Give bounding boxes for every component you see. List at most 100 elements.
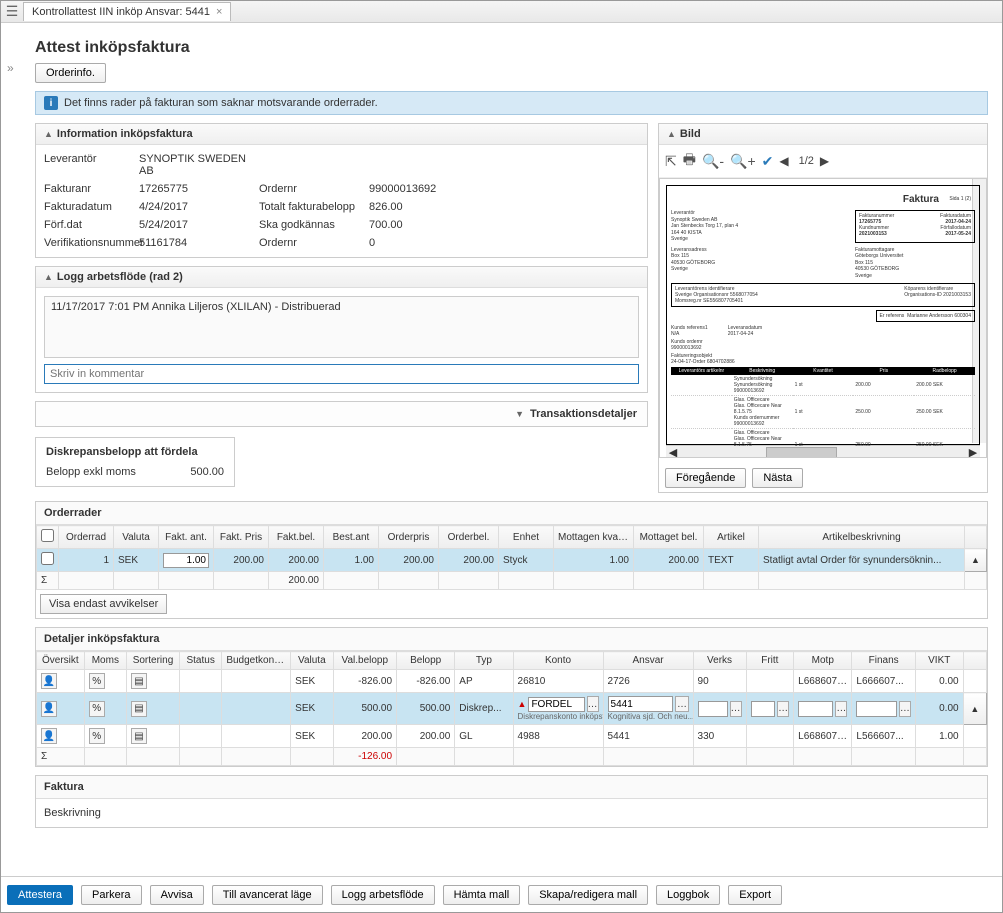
orderinfo-button[interactable]: Orderinfo. xyxy=(35,63,106,83)
lookup-icon[interactable]: … xyxy=(899,701,911,717)
discrepancy-label: Belopp exkl moms xyxy=(46,466,136,478)
lookup-icon[interactable]: … xyxy=(675,696,688,712)
sort-icon[interactable]: ▤ xyxy=(131,673,147,689)
invoice-preview[interactable]: Faktura Sida 1 (2) Leverantör Synoptik S… xyxy=(659,178,987,458)
value-forfdat: 5/24/2017 xyxy=(139,219,259,231)
skapa-mall-button[interactable]: Skapa/redigera mall xyxy=(528,885,648,905)
bottom-toolbar: Attestera Parkera Avvisa Till avancerat … xyxy=(1,876,1002,912)
print-icon[interactable]: 🖶 xyxy=(683,149,696,173)
moms-icon[interactable]: % xyxy=(89,673,105,689)
export-icon[interactable]: ⇱ xyxy=(665,153,677,170)
panel-information-header[interactable]: ▲ Information inköpsfaktura xyxy=(36,124,647,145)
col-checkbox[interactable] xyxy=(37,526,59,549)
next-page-button[interactable]: Nästa xyxy=(752,468,803,488)
avvisa-button[interactable]: Avvisa xyxy=(150,885,204,905)
value-leverantor[interactable]: SYNOPTIK SWEDEN AB xyxy=(139,153,259,177)
scrollbar-horizontal[interactable]: ◀▶ xyxy=(666,445,980,458)
label-verif: Verifikationsnummer xyxy=(44,237,139,249)
lookup-icon[interactable]: … xyxy=(730,701,742,717)
faktura-header: Faktura xyxy=(36,776,987,799)
table-row-selected[interactable]: 👤 % ▤ SEK 500.00 500.00 Diskrep... ▲… Di… xyxy=(37,693,987,725)
expand-sidebar-icon[interactable]: » xyxy=(7,61,14,75)
table-row[interactable]: 1 SEK 200.00 200.00 1.00 200.00 200.00 S… xyxy=(37,549,987,572)
section-orderrader: Orderrader OrderradValutaFakt. ant.Fakt.… xyxy=(35,501,988,619)
value-ordernr2[interactable]: 0 xyxy=(369,237,469,249)
close-icon[interactable]: × xyxy=(216,6,222,18)
tab-kontrollattest[interactable]: Kontrollattest IIN inköp Ansvar: 5441 × xyxy=(23,2,231,21)
parkera-button[interactable]: Parkera xyxy=(81,885,142,905)
pager-prev-icon[interactable]: ◀ xyxy=(779,154,788,168)
comment-input[interactable] xyxy=(44,364,639,384)
lookup-icon[interactable]: … xyxy=(835,701,847,717)
table-row[interactable]: 👤 % ▤ SEK -826.00 -826.00 AP 26810 2726 … xyxy=(37,670,987,693)
doc-page: Sida 1 (2) xyxy=(949,196,971,202)
verks-input[interactable] xyxy=(698,701,728,717)
fakt-ant-input[interactable] xyxy=(163,553,209,568)
doc-title: Faktura xyxy=(903,194,939,205)
label-fakturadatum: Fakturadatum xyxy=(44,201,139,213)
prev-page-button[interactable]: Föregående xyxy=(665,468,746,488)
moms-icon[interactable]: % xyxy=(89,728,105,744)
overview-icon[interactable]: 👤 xyxy=(41,728,57,744)
finans-input[interactable] xyxy=(856,701,897,717)
row-checkbox[interactable] xyxy=(41,552,54,565)
sort-icon[interactable]: ▤ xyxy=(131,701,147,717)
loggbok-button[interactable]: Loggbok xyxy=(656,885,720,905)
collapse-icon[interactable]: ▲ xyxy=(44,129,53,139)
topbar: ☰ Kontrollattest IIN inköp Ansvar: 5441 … xyxy=(1,1,1002,23)
value-verif: 51161784 xyxy=(139,237,259,249)
overview-icon[interactable]: 👤 xyxy=(41,701,57,717)
discrepancy-box: Diskrepansbelopp att fördela Belopp exkl… xyxy=(35,437,235,487)
detaljer-header: Detaljer inköpsfaktura xyxy=(36,628,987,651)
lookup-icon[interactable]: … xyxy=(587,696,599,712)
row-caret-button[interactable]: ▲ xyxy=(963,693,986,725)
transaktionsdetaljer-bar[interactable]: ▼ Transaktionsdetaljer xyxy=(35,401,648,427)
visa-endast-button[interactable]: Visa endast avvikelser xyxy=(40,594,167,614)
overview-icon[interactable]: 👤 xyxy=(41,673,57,689)
value-totalt: 826.00 xyxy=(369,201,469,213)
moms-icon[interactable]: % xyxy=(89,701,105,717)
sort-icon[interactable]: ▤ xyxy=(131,728,147,744)
fritt-input[interactable] xyxy=(751,701,776,717)
avancerat-button[interactable]: Till avancerat läge xyxy=(212,885,323,905)
sum-row: Σ 200.00 xyxy=(37,572,987,590)
label-forfdat: Förf.dat xyxy=(44,219,139,231)
value-ska: 700.00 xyxy=(369,219,469,231)
expand-icon[interactable]: ▼ xyxy=(515,409,524,419)
check-icon[interactable]: ✔ xyxy=(762,153,774,170)
label-beskrivning: Beskrivning xyxy=(44,807,979,819)
lookup-icon[interactable]: … xyxy=(777,701,789,717)
label-ordernr: Ordernr xyxy=(259,183,369,195)
ansvar-input[interactable] xyxy=(608,696,674,712)
collapse-icon[interactable]: ▲ xyxy=(44,272,53,282)
motp-input[interactable] xyxy=(798,701,833,717)
konto-input[interactable] xyxy=(528,697,584,712)
export-button[interactable]: Export xyxy=(728,885,782,905)
label-ska: Ska godkännas xyxy=(259,219,369,231)
hamta-mall-button[interactable]: Hämta mall xyxy=(443,885,521,905)
app-menu-icon[interactable]: ☰ xyxy=(1,3,23,20)
attestera-button[interactable]: Attestera xyxy=(7,885,73,905)
table-row[interactable]: 👤 % ▤ SEK 200.00 200.00 GL 4988 5441 330… xyxy=(37,725,987,748)
row-caret-button[interactable]: ▲ xyxy=(965,549,987,572)
panel-logg: ▲ Logg arbetsflöde (rad 2) 11/17/2017 7:… xyxy=(35,266,648,393)
log-entry: 11/17/2017 7:01 PM Annika Liljeros (XLIL… xyxy=(51,301,632,313)
collapse-icon[interactable]: ▲ xyxy=(667,129,676,139)
page-title: Attest inköpsfaktura xyxy=(35,39,988,57)
zoom-out-icon[interactable]: 🔍- xyxy=(702,153,724,170)
detaljer-table: ÖversiktMomsSorteringStatusBudgetkontro.… xyxy=(36,651,987,766)
panel-bild-header[interactable]: ▲ Bild xyxy=(659,124,987,145)
section-detaljer: Detaljer inköpsfaktura ÖversiktMomsSorte… xyxy=(35,627,988,767)
info-message-bar: i Det finns rader på fakturan som saknar… xyxy=(35,91,988,115)
value-fakturanr: 17265775 xyxy=(139,183,259,195)
value-ordernr[interactable]: 99000013692 xyxy=(369,183,469,195)
value-fakturadatum: 4/24/2017 xyxy=(139,201,259,213)
label-leverantor: Leverantör xyxy=(44,153,139,177)
zoom-in-icon[interactable]: 🔍+ xyxy=(730,153,756,170)
pager-next-icon[interactable]: ▶ xyxy=(820,154,829,168)
discrepancy-title: Diskrepansbelopp att fördela xyxy=(46,446,224,458)
image-toolbar: ⇱ 🖶 🔍- 🔍+ ✔ ◀ 1/2 ▶ xyxy=(659,145,987,178)
panel-logg-header[interactable]: ▲ Logg arbetsflöde (rad 2) xyxy=(36,267,647,288)
label-totalt: Totalt fakturabelopp xyxy=(259,201,369,213)
logg-arbetsflode-button[interactable]: Logg arbetsflöde xyxy=(331,885,435,905)
